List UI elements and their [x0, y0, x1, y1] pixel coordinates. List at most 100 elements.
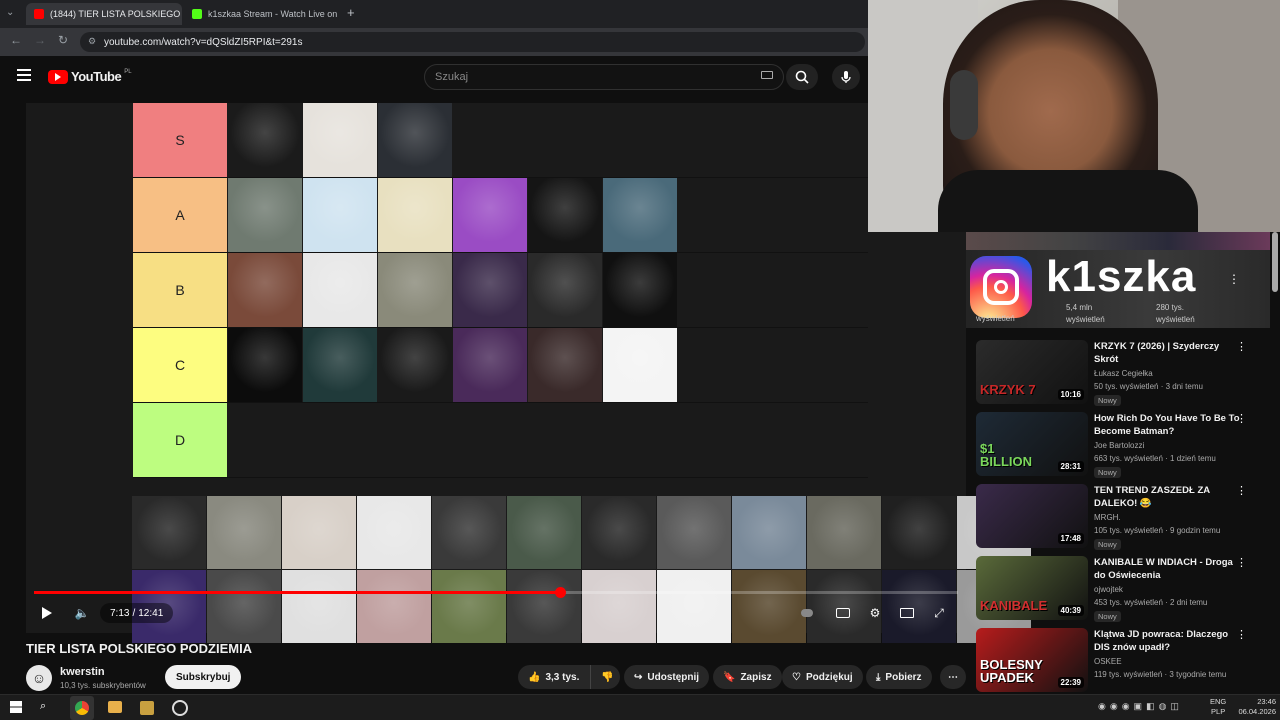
- miniplayer-button[interactable]: [898, 604, 916, 622]
- more-options-icon[interactable]: ⋮: [1236, 628, 1247, 641]
- share-button[interactable]: ↪ Udostępnij: [624, 665, 710, 689]
- site-info-icon[interactable]: ⚙: [88, 36, 96, 47]
- recommendation-title[interactable]: TEN TREND ZASZEDŁ ZA DALEKO! 😂: [1094, 484, 1244, 510]
- recommendation-channel[interactable]: ojwojtek: [1094, 585, 1123, 594]
- more-actions-button[interactable]: ⋯: [940, 665, 966, 689]
- like-button[interactable]: 👍 3,3 tys.: [518, 665, 590, 689]
- thanks-button[interactable]: ♡ Podziękuj: [782, 665, 863, 689]
- tier-image-s[interactable]: [303, 103, 377, 177]
- sidebar-scrollbar[interactable]: [1272, 232, 1278, 292]
- recommendation-thumbnail[interactable]: BOLESNY UPADEK 22:39: [976, 628, 1088, 692]
- back-icon[interactable]: ←: [10, 33, 22, 47]
- tier-image-a[interactable]: [453, 178, 527, 252]
- subscribe-button[interactable]: Subskrybuj: [165, 665, 242, 689]
- recommendation-title[interactable]: Klątwa JD powraca: Dlaczego DIS znów upa…: [1094, 628, 1244, 654]
- recommendation-channel[interactable]: Łukasz Cegiełka: [1094, 369, 1153, 378]
- pool-image[interactable]: [882, 496, 956, 569]
- download-button[interactable]: ⤓ Pobierz: [866, 665, 932, 689]
- tier-image-a[interactable]: [228, 178, 302, 252]
- tier-image-b[interactable]: [603, 253, 677, 327]
- pool-image[interactable]: [507, 570, 581, 643]
- pool-image[interactable]: [507, 496, 581, 569]
- taskbar-search-icon[interactable]: ⌕: [40, 700, 46, 713]
- address-bar[interactable]: ⚙ youtube.com/watch?v=dQSldZI5RPI&t=291s: [80, 32, 865, 52]
- forward-icon[interactable]: →: [34, 33, 46, 47]
- subtitles-button[interactable]: [834, 604, 852, 622]
- pool-image[interactable]: [282, 570, 356, 643]
- language-indicator[interactable]: ENG PLP: [1210, 697, 1226, 717]
- recommendation-channel[interactable]: Joe Bartolozzi: [1094, 441, 1144, 450]
- tier-image-a[interactable]: [528, 178, 602, 252]
- channel-name[interactable]: kwerstin: [60, 666, 105, 678]
- pool-image[interactable]: [582, 570, 656, 643]
- tier-image-c[interactable]: [378, 328, 452, 402]
- clock[interactable]: 23:46 06.04.2026: [1236, 697, 1276, 717]
- more-options-icon[interactable]: ⋮: [1236, 484, 1247, 497]
- tier-image-c[interactable]: [528, 328, 602, 402]
- voice-search-button[interactable]: [832, 64, 860, 90]
- recommendation-item[interactable]: $1 BILLION 28:31 How Rich Do You Have To…: [976, 412, 1266, 478]
- youtube-logo[interactable]: YouTube PL: [48, 69, 132, 84]
- tier-image-a[interactable]: [603, 178, 677, 252]
- menu-icon[interactable]: [17, 69, 31, 81]
- recommendation-title[interactable]: KRZYK 7 (2026) | Szyderczy Skrót: [1094, 340, 1244, 366]
- more-options-icon[interactable]: ⋮: [1236, 412, 1247, 425]
- volume-button[interactable]: 🔈: [72, 604, 92, 622]
- recommendation-thumbnail[interactable]: $1 BILLION 28:31: [976, 412, 1088, 476]
- pool-image[interactable]: [432, 496, 506, 569]
- tier-image-a[interactable]: [303, 178, 377, 252]
- file-explorer-icon[interactable]: [108, 701, 122, 713]
- tier-image-b[interactable]: [228, 253, 302, 327]
- progress-scrubber[interactable]: [554, 587, 566, 598]
- pool-image[interactable]: [732, 570, 806, 643]
- app-icon[interactable]: [140, 701, 154, 715]
- tier-image-c[interactable]: [603, 328, 677, 402]
- tab-youtube[interactable]: (1844) TIER LISTA POLSKIEGO P ✕: [26, 3, 182, 25]
- recommendation-item[interactable]: BOLESNY UPADEK 22:39 Klątwa JD powraca: …: [976, 628, 1266, 692]
- pool-image[interactable]: [357, 570, 431, 643]
- more-options-icon[interactable]: ⋮: [1236, 556, 1247, 569]
- recommendation-item[interactable]: 17:48 TEN TREND ZASZEDŁ ZA DALEKO! 😂 MRG…: [976, 484, 1266, 550]
- recommendation-thumbnail[interactable]: KANIBALE 40:39: [976, 556, 1088, 620]
- tier-image-a[interactable]: [378, 178, 452, 252]
- keyboard-icon[interactable]: [761, 71, 773, 79]
- pool-image[interactable]: [357, 496, 431, 569]
- fullscreen-button[interactable]: ⤢: [930, 604, 948, 622]
- pool-image[interactable]: [282, 496, 356, 569]
- tab-search-icon[interactable]: ⌄: [6, 7, 14, 18]
- system-tray-icons[interactable]: ◉◉◉▣◧◍◫: [1098, 701, 1183, 712]
- tab-kick[interactable]: k1szkaa Stream - Watch Live on ✕: [184, 3, 340, 25]
- more-options-icon[interactable]: ⋮: [1236, 340, 1247, 353]
- pool-image[interactable]: [432, 570, 506, 643]
- tier-image-c[interactable]: [228, 328, 302, 402]
- tier-image-c[interactable]: [303, 328, 377, 402]
- channel-avatar[interactable]: ☺: [26, 665, 52, 691]
- autoplay-toggle[interactable]: [800, 604, 814, 622]
- recommendation-channel[interactable]: OSKEE: [1094, 657, 1122, 666]
- recommendation-thumbnail[interactable]: KRZYK 7 10:16: [976, 340, 1088, 404]
- tier-image-s[interactable]: [378, 103, 452, 177]
- pool-image[interactable]: [657, 496, 731, 569]
- tier-image-c[interactable]: [453, 328, 527, 402]
- tier-image-b[interactable]: [303, 253, 377, 327]
- pool-image[interactable]: [207, 496, 281, 569]
- pool-image[interactable]: [582, 496, 656, 569]
- pool-image[interactable]: [807, 496, 881, 569]
- pool-image[interactable]: [207, 570, 281, 643]
- tier-image-b[interactable]: [378, 253, 452, 327]
- recommendation-thumbnail[interactable]: 17:48: [976, 484, 1088, 548]
- new-tab-button[interactable]: +: [347, 5, 355, 20]
- tier-image-s[interactable]: [228, 103, 302, 177]
- settings-button[interactable]: ⚙: [866, 604, 884, 622]
- pool-image[interactable]: [732, 496, 806, 569]
- recommendation-channel[interactable]: MRGH.: [1094, 513, 1121, 522]
- tier-image-b[interactable]: [528, 253, 602, 327]
- card-more-icon[interactable]: ⋮: [1228, 272, 1240, 286]
- search-input[interactable]: Szukaj: [424, 64, 784, 90]
- pool-image[interactable]: [132, 496, 206, 569]
- recommendation-title[interactable]: How Rich Do You Have To Be To Become Bat…: [1094, 412, 1244, 438]
- pool-image[interactable]: [657, 570, 731, 643]
- recommendation-item[interactable]: KANIBALE 40:39 KANIBALE W INDIACH - Drog…: [976, 556, 1266, 622]
- windows-start-icon[interactable]: [10, 701, 22, 713]
- obs-icon[interactable]: [172, 700, 188, 716]
